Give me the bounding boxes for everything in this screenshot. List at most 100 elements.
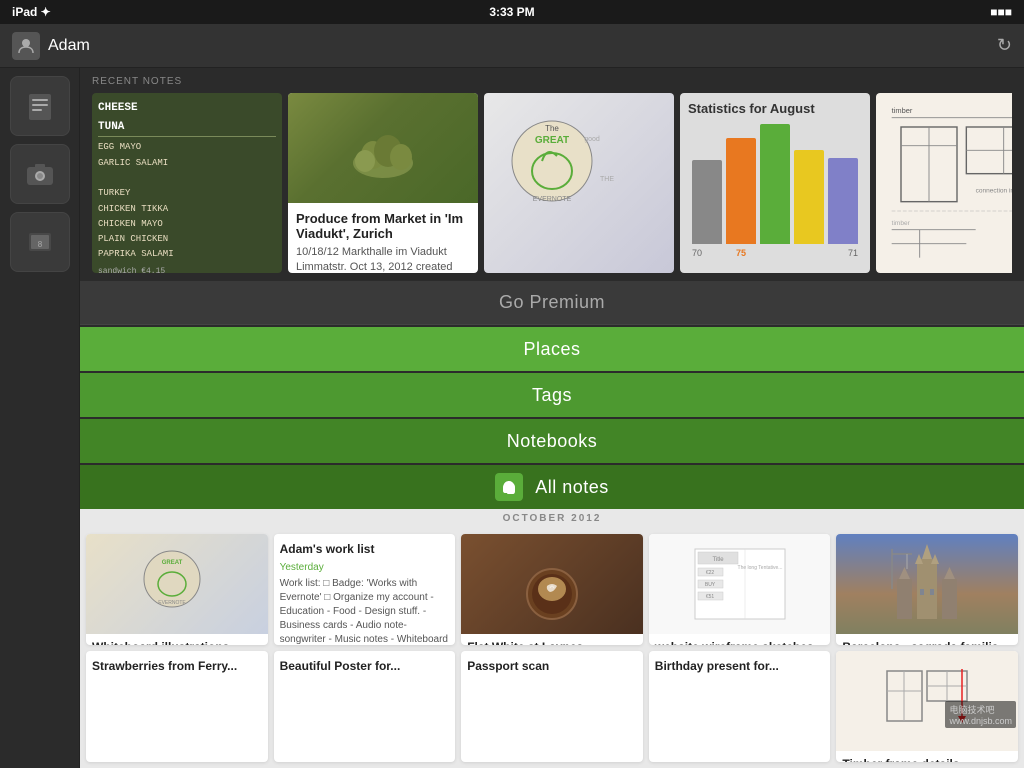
- nav-notebooks-label: Notebooks: [507, 431, 598, 452]
- note-whiteboard-image: GREAT EVERNOTE: [86, 534, 268, 634]
- stats-title: Statistics for August: [688, 101, 862, 116]
- header: Adam ↻: [0, 24, 1024, 68]
- note-worklist-text: Work list: □ Badge: 'Works with Evernote…: [280, 578, 448, 645]
- sync-button[interactable]: ↻: [997, 35, 1012, 56]
- whiteboard-card-inner: The GREAT EVERNOTE good THE: [484, 93, 674, 273]
- status-left: iPad ✦: [12, 5, 51, 19]
- main-content: RECENT NOTES CHEESETUNA EGG MAYOGARLIC S…: [80, 68, 1024, 768]
- note-grid-card-whiteboard[interactable]: GREAT EVERNOTE Whiteboard illustrations …: [86, 534, 268, 645]
- stats-bar-4: [828, 158, 858, 244]
- menu-card-body: EGG MAYOGARLIC SALAMITURKEYCHICKEN TIKKA…: [98, 140, 276, 262]
- note-barcelona-title: Barcelona - sagrada familia: [842, 640, 1012, 645]
- stats-labels: 70 75 71: [688, 248, 862, 258]
- note-worklist-body: Yesterday Work list: □ Badge: 'Works wit…: [280, 561, 450, 645]
- recent-notes-label: RECENT NOTES: [92, 76, 1012, 87]
- nav-allnotes[interactable]: All notes: [80, 465, 1024, 509]
- username: Adam: [48, 37, 90, 55]
- recent-note-card-menu[interactable]: CHEESETUNA EGG MAYOGARLIC SALAMITURKEYCH…: [92, 93, 282, 273]
- nav-premium-label: Go Premium: [499, 292, 605, 313]
- note-barcelona-content: Barcelona - sagrada familia: [836, 634, 1018, 645]
- nav-premium[interactable]: Go Premium: [80, 281, 1024, 325]
- note-flatwhite-content: Flat White at Laynes Espresso: [461, 634, 643, 645]
- note-wireframe-title: website wireframe sketches: [655, 640, 825, 645]
- status-time: 3:33 PM: [489, 5, 534, 19]
- svg-text:€51: €51: [705, 594, 714, 600]
- nav-places-label: Places: [523, 339, 580, 360]
- note-worklist-title: Adam's work list: [280, 542, 450, 558]
- svg-text:timber: timber: [892, 220, 911, 227]
- note-timber-grid-title: Timber frame details: [842, 757, 1012, 762]
- note-strawberries-title: Strawberries from Ferry...: [92, 659, 262, 675]
- status-bar: iPad ✦ 3:33 PM ■■■: [0, 0, 1024, 24]
- note-strawberries-content: Strawberries from Ferry...: [86, 651, 268, 684]
- watermark-line1: 电脑技术吧: [949, 703, 1012, 716]
- note-poster-title: Beautiful Poster for...: [280, 659, 450, 675]
- note-grid-card-strawberries[interactable]: Strawberries from Ferry...: [86, 651, 268, 762]
- stats-bar-1: [726, 138, 756, 244]
- nav-places[interactable]: Places: [80, 327, 1024, 371]
- menu-card-title: CHEESETUNA: [98, 99, 276, 137]
- produce-title: Produce from Market in 'Im Viadukt', Zur…: [296, 211, 470, 241]
- menu-note: sandwich €4.15roll/bop €4.15ADD 55.: [98, 265, 276, 273]
- timber-sketch: timber connection in making timber: [876, 93, 1012, 273]
- note-grid-card-worklist[interactable]: Adam's work list Yesterday Work list: □ …: [274, 534, 456, 645]
- recent-note-card-stats[interactable]: Statistics for August 70 75 71: [680, 93, 870, 273]
- stats-bar-2: [760, 124, 790, 244]
- note-grid-card-birthday[interactable]: Birthday present for...: [649, 651, 831, 762]
- sidebar-scan-icon[interactable]: 8: [10, 212, 70, 272]
- sidebar-camera-icon[interactable]: [10, 144, 70, 204]
- note-poster-content: Beautiful Poster for...: [274, 651, 456, 684]
- note-flatwhite-title: Flat White at Laynes Espresso: [467, 640, 637, 645]
- svg-text:connection in making: connection in making: [976, 187, 1012, 194]
- nav-tags-label: Tags: [532, 385, 572, 406]
- navigation: Go Premium Places Tags Notebooks All not…: [80, 281, 1024, 509]
- produce-card-text: Produce from Market in 'Im Viadukt', Zur…: [288, 203, 478, 273]
- note-grid-card-flatwhite[interactable]: Flat White at Laynes Espresso: [461, 534, 643, 645]
- nav-notebooks[interactable]: Notebooks: [80, 419, 1024, 463]
- watermark-line2: www.dnjsb.com: [949, 716, 1012, 726]
- ipad-label: iPad ✦: [12, 5, 51, 19]
- note-timber-grid-content: Timber frame details: [836, 751, 1018, 762]
- recent-note-card-whiteboard[interactable]: The GREAT EVERNOTE good THE: [484, 93, 674, 273]
- stats-bar-3: [794, 150, 824, 244]
- note-grid-card-poster[interactable]: Beautiful Poster for...: [274, 651, 456, 762]
- avatar: [12, 32, 40, 60]
- note-grid-card-barcelona[interactable]: Barcelona - sagrada familia: [836, 534, 1018, 645]
- note-barcelona-image: [836, 534, 1018, 634]
- svg-text:8: 8: [37, 240, 42, 249]
- note-birthday-content: Birthday present for...: [649, 651, 831, 684]
- stats-bars: [688, 124, 862, 244]
- svg-text:good: good: [584, 136, 600, 143]
- recent-note-card-produce[interactable]: Produce from Market in 'Im Viadukt', Zur…: [288, 93, 478, 273]
- note-worklist-date: Yesterday: [280, 561, 450, 575]
- note-passport-content: Passport scan: [461, 651, 643, 684]
- svg-text:€22: €22: [705, 570, 714, 576]
- note-worklist-content: Adam's work list Yesterday Work list: □ …: [274, 534, 456, 645]
- recent-note-card-timber[interactable]: timber connection in making timber: [876, 93, 1012, 273]
- note-grid-card-passport[interactable]: Passport scan: [461, 651, 643, 762]
- status-right: ■■■: [990, 5, 1012, 19]
- svg-text:THE: THE: [600, 176, 614, 183]
- notes-grid-header: OCTOBER 2012: [80, 509, 1024, 528]
- nav-tags[interactable]: Tags: [80, 373, 1024, 417]
- produce-body: 10/18/12 Markthalle im Viadukt Limmatstr…: [296, 245, 470, 273]
- svg-text:timber: timber: [892, 106, 913, 115]
- evernote-nav-icon: [495, 473, 523, 501]
- svg-text:EVERNOTE: EVERNOTE: [158, 600, 186, 606]
- sidebar-notes-icon[interactable]: [10, 76, 70, 136]
- watermark: 电脑技术吧 www.dnjsb.com: [945, 701, 1016, 728]
- note-grid-card-wireframe[interactable]: Title €22 BUY €51 The long Tentative... …: [649, 534, 831, 645]
- notes-strip: CHEESETUNA EGG MAYOGARLIC SALAMITURKEYCH…: [92, 93, 1012, 273]
- notes-grid: GREAT EVERNOTE Whiteboard illustrations …: [80, 528, 1024, 768]
- recent-notes-section: RECENT NOTES CHEESETUNA EGG MAYOGARLIC S…: [80, 68, 1024, 281]
- note-birthday-title: Birthday present for...: [655, 659, 825, 675]
- svg-text:BUY: BUY: [704, 582, 715, 588]
- note-passport-title: Passport scan: [467, 659, 637, 675]
- svg-text:EVERNOTE: EVERNOTE: [533, 196, 572, 203]
- stats-bar-0: [692, 160, 722, 244]
- note-wireframe-content: website wireframe sketches: [649, 634, 831, 645]
- svg-text:The long Tentative...: The long Tentative...: [737, 565, 782, 571]
- svg-text:GREAT: GREAT: [162, 560, 183, 566]
- note-flatwhite-image: [461, 534, 643, 634]
- user-info: Adam: [12, 32, 90, 60]
